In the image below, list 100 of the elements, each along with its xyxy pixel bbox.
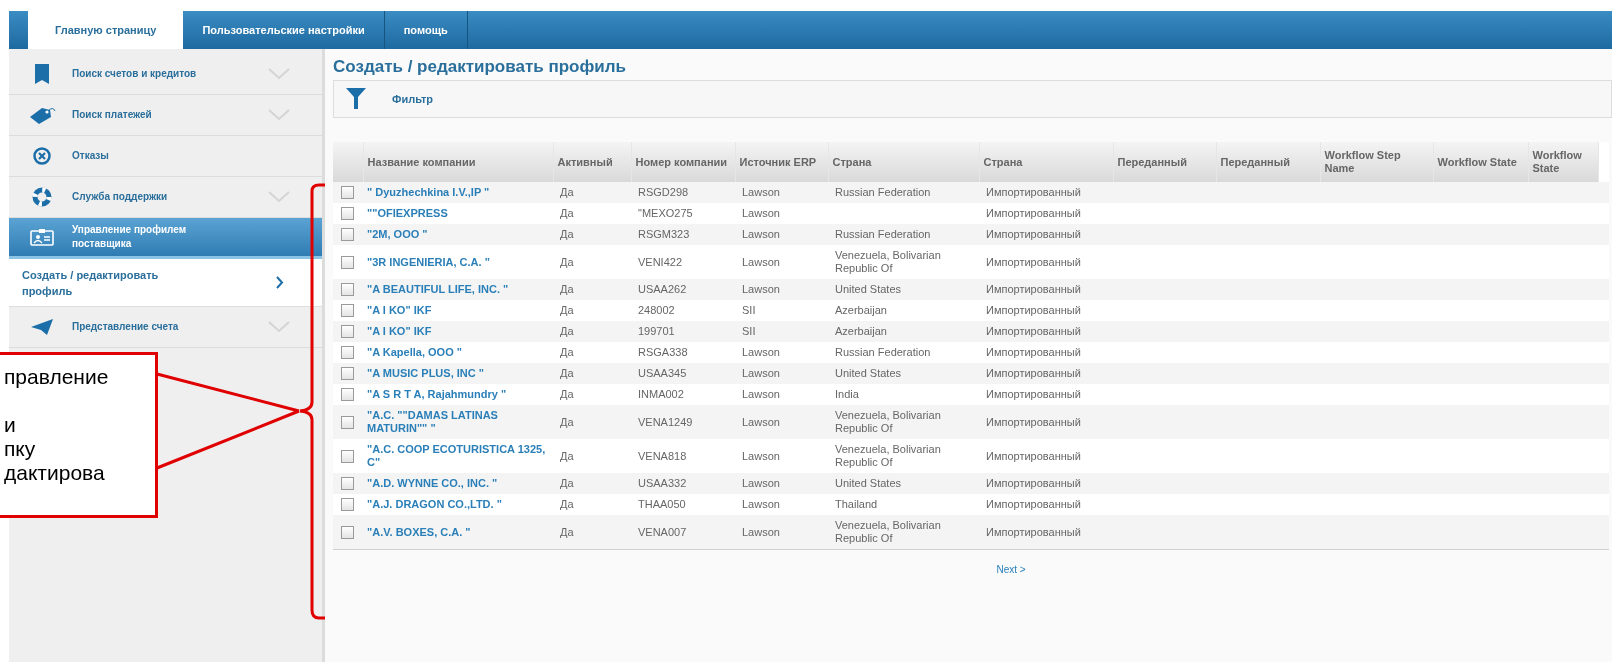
row-checkbox[interactable] bbox=[341, 525, 354, 539]
table-cell: Импортированный bbox=[979, 494, 1113, 515]
company-name-link[interactable]: "A BEAUTIFUL LIFE, INC. " bbox=[363, 279, 553, 300]
row-checkbox[interactable] bbox=[341, 325, 354, 338]
table-cell: Lawson bbox=[735, 515, 828, 550]
table-cell: USAA345 bbox=[631, 363, 735, 384]
chevron-down-icon bbox=[268, 109, 290, 121]
company-name-link[interactable]: "A Kapella, OOO " bbox=[363, 342, 553, 363]
table-cell: Импортированный bbox=[979, 405, 1113, 439]
table-cell: Да bbox=[553, 224, 631, 245]
table-cell: Импортированный bbox=[979, 182, 1113, 203]
company-name-link[interactable]: "A.C. ""DAMAS LATINAS MATURIN"" " bbox=[363, 405, 553, 439]
table-cell: Lawson bbox=[735, 384, 828, 405]
table-cell: United States bbox=[828, 363, 979, 384]
id-card-icon bbox=[30, 228, 54, 246]
table-cell: RSGM323 bbox=[631, 224, 735, 245]
company-name-link[interactable]: "A I KO" IKF bbox=[363, 321, 553, 342]
row-checkbox[interactable] bbox=[341, 228, 354, 241]
row-checkbox[interactable] bbox=[341, 283, 354, 296]
table-cell: United States bbox=[828, 279, 979, 300]
table-cell: VENA1249 bbox=[631, 405, 735, 439]
sidebar-item-label: Служба поддержки bbox=[71, 190, 169, 204]
table-cell: Azerbaijan bbox=[828, 300, 979, 321]
table-cell: Да bbox=[553, 363, 631, 384]
table-cell: Да bbox=[553, 473, 631, 494]
next-link[interactable]: Next > bbox=[996, 562, 1026, 577]
table-cell: Lawson bbox=[735, 439, 828, 473]
bookmark-icon bbox=[34, 63, 50, 85]
table-cell: Импортированный bbox=[979, 515, 1113, 550]
lifebuoy-icon bbox=[32, 187, 52, 207]
row-checkbox[interactable] bbox=[341, 255, 354, 269]
paper-plane-icon bbox=[30, 318, 54, 336]
row-checkbox[interactable] bbox=[341, 186, 354, 199]
row-checkbox[interactable] bbox=[341, 346, 354, 359]
filter-button[interactable]: Фильтр bbox=[346, 88, 434, 110]
sidebar-subitem[interactable]: Создать / редактировать профиль bbox=[9, 259, 322, 307]
table-cell: Да bbox=[553, 439, 631, 473]
sidebar-item[interactable]: Представление счета bbox=[9, 307, 322, 348]
company-name-link[interactable]: "3R INGENIERIA, C.A. " bbox=[363, 245, 553, 279]
table-cell: Импортированный bbox=[979, 363, 1113, 384]
row-checkbox[interactable] bbox=[341, 367, 354, 380]
table-cell: 199701 bbox=[631, 321, 735, 342]
company-name-link[interactable]: "2M, OOO " bbox=[363, 224, 553, 245]
company-name-link[interactable]: "A.D. WYNNE CO., INC. " bbox=[363, 473, 553, 494]
company-name-link[interactable]: "A S R T A, Rajahmundry " bbox=[363, 384, 553, 405]
table-cell: Lawson bbox=[735, 342, 828, 363]
row-checkbox[interactable] bbox=[341, 207, 354, 220]
company-name-link[interactable]: ""OFIEXPRESS bbox=[363, 203, 553, 224]
callout-text: и bbox=[4, 413, 16, 437]
table-cell: Lawson bbox=[735, 224, 828, 245]
table-cell: Venezuela, Bolivarian Republic Of bbox=[828, 439, 979, 473]
table-cell: Lawson bbox=[735, 182, 828, 203]
table-cell: Lawson bbox=[735, 494, 828, 515]
row-checkbox[interactable] bbox=[341, 477, 354, 490]
sidebar-item[interactable]: Поиск счетов и кредитов bbox=[9, 54, 322, 95]
chevron-down-icon bbox=[268, 68, 290, 80]
table-cell: 248002 bbox=[631, 300, 735, 321]
table-cell: Да bbox=[553, 300, 631, 321]
row-checkbox[interactable] bbox=[341, 449, 354, 463]
nav-tab[interactable]: Главную страницу bbox=[28, 11, 184, 49]
table-cell: Да bbox=[553, 279, 631, 300]
sidebar-item[interactable]: Управление профилем поставщика bbox=[9, 218, 322, 259]
table-cell: Lawson bbox=[735, 473, 828, 494]
close-circle-icon bbox=[33, 147, 51, 165]
table-cell: USAA332 bbox=[631, 473, 735, 494]
sidebar-item[interactable]: Поиск платежей bbox=[9, 95, 322, 136]
table-cell: Импортированный bbox=[979, 439, 1113, 473]
table-cell: Lawson bbox=[735, 203, 828, 224]
sidebar-item[interactable]: Отказы bbox=[9, 136, 322, 177]
company-name-link[interactable]: "A.C. COOP ECOTURISTICA 1325, C" bbox=[363, 439, 553, 473]
company-name-link[interactable]: "A I KO" IKF bbox=[363, 300, 553, 321]
table-cell: Импортированный bbox=[979, 224, 1113, 245]
row-checkbox[interactable] bbox=[341, 498, 354, 511]
table-cell: Thailand bbox=[828, 494, 979, 515]
chevron-right-icon bbox=[276, 276, 284, 289]
table-cell: THAA050 bbox=[631, 494, 735, 515]
table-cell: Да bbox=[553, 342, 631, 363]
sidebar-item-label: Поиск счетов и кредитов bbox=[71, 67, 198, 81]
page-title: Создать / редактировать профиль bbox=[333, 56, 627, 78]
table-cell: VENA007 bbox=[631, 515, 735, 550]
sidebar-item-label: Управление профилем поставщика bbox=[71, 223, 188, 251]
table-cell: Да bbox=[553, 515, 631, 550]
row-checkbox[interactable] bbox=[341, 304, 354, 317]
company-name-link[interactable]: " Dyuzhechkina I.V.,IP " bbox=[363, 182, 553, 203]
filter-icon bbox=[346, 88, 366, 110]
row-checkbox[interactable] bbox=[341, 415, 354, 429]
table-cell: USAA262 bbox=[631, 279, 735, 300]
row-checkbox[interactable] bbox=[341, 388, 354, 401]
company-name-link[interactable]: "A.V. BOXES, C.A. " bbox=[363, 515, 553, 550]
table-cell: RSGD298 bbox=[631, 182, 735, 203]
table-cell: Russian Federation bbox=[828, 224, 979, 245]
table-cell: Импортированный bbox=[979, 279, 1113, 300]
callout-text: пку bbox=[4, 437, 36, 461]
company-name-link[interactable]: "A.J. DRAGON CO.,LTD. " bbox=[363, 494, 553, 515]
table-cell: SII bbox=[735, 300, 828, 321]
company-name-link[interactable]: "A MUSIC PLUS, INC " bbox=[363, 363, 553, 384]
table-cell: Venezuela, Bolivarian Republic Of bbox=[828, 405, 979, 439]
table-cell: SII bbox=[735, 321, 828, 342]
table-cell: Russian Federation bbox=[828, 342, 979, 363]
table-cell: Импортированный bbox=[979, 473, 1113, 494]
